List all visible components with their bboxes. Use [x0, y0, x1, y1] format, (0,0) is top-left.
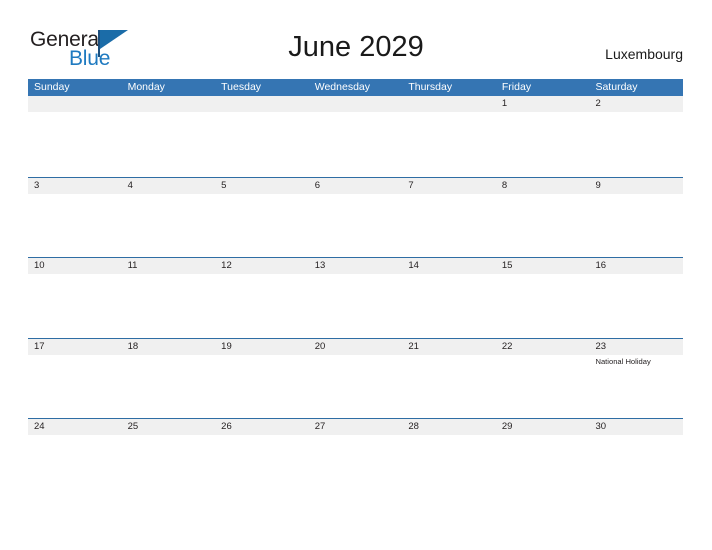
day-cell[interactable]: 11	[122, 258, 216, 338]
day-number: 24	[34, 421, 45, 432]
week-row: 3 4 5 6 7 8 9	[28, 176, 683, 258]
country-label: Luxembourg	[605, 46, 683, 62]
day-number: 4	[127, 179, 133, 191]
day-number: 6	[314, 179, 321, 191]
dow-saturday: Saturday	[595, 81, 638, 93]
day-number: 25	[127, 421, 139, 432]
day-cell[interactable]	[402, 96, 496, 177]
day-number: 22	[501, 340, 513, 352]
day-cell[interactable]: 16	[589, 258, 683, 338]
dow-wednesday: Wednesday	[314, 81, 370, 93]
day-number: 23	[595, 340, 607, 352]
day-cell[interactable]: 1	[496, 96, 590, 177]
day-number: 5	[221, 179, 227, 191]
day-cell[interactable]: 29	[496, 419, 590, 499]
day-cell[interactable]: 9	[589, 178, 683, 258]
day-number: 18	[127, 340, 139, 352]
day-cell-holiday[interactable]: 23 National Holiday	[589, 339, 683, 419]
day-number: 15	[501, 260, 513, 271]
day-number: 21	[408, 340, 419, 352]
week-row: 24 25 26 27 28 29 30	[28, 418, 683, 499]
day-cell[interactable]: 7	[402, 178, 496, 258]
dow-friday: Friday	[501, 81, 532, 93]
day-number: 10	[34, 260, 45, 271]
day-cell[interactable]: 10	[28, 258, 122, 338]
day-number: 30	[595, 421, 607, 432]
day-cell[interactable]: 24	[28, 419, 122, 499]
day-cell[interactable]: 5	[215, 178, 309, 258]
week-row: 1 2	[28, 96, 683, 177]
day-cell[interactable]: 17	[28, 339, 122, 419]
day-cell[interactable]: 12	[215, 258, 309, 338]
day-cell[interactable]: 21	[402, 339, 496, 419]
day-number: 26	[221, 421, 232, 432]
day-cell[interactable]: 13	[309, 258, 403, 338]
day-cell[interactable]: 18	[122, 339, 216, 419]
day-cell[interactable]: 20	[309, 339, 403, 419]
day-cell[interactable]: 15	[496, 258, 590, 338]
day-cell[interactable]: 22	[496, 339, 590, 419]
day-number: 20	[314, 340, 326, 352]
day-number: 16	[595, 260, 607, 271]
day-cell[interactable]: 2	[589, 96, 683, 177]
day-cell[interactable]: 14	[402, 258, 496, 338]
calendar-grid: Sunday Monday Tuesday Wednesday Thursday…	[28, 79, 683, 499]
day-cell[interactable]	[309, 96, 403, 177]
day-number: 2	[595, 98, 601, 109]
day-number: 11	[127, 260, 138, 271]
dow-monday: Monday	[127, 81, 165, 93]
day-number: 17	[34, 340, 45, 352]
day-cell[interactable]	[28, 96, 122, 177]
day-cell[interactable]: 26	[215, 419, 309, 499]
day-cell[interactable]: 19	[215, 339, 309, 419]
day-cell[interactable]: 30	[589, 419, 683, 499]
day-number: 9	[595, 179, 601, 191]
day-cell[interactable]: 8	[496, 178, 590, 258]
day-event-national-holiday: National Holiday	[595, 356, 651, 366]
day-cell[interactable]	[215, 96, 309, 177]
day-number: 12	[221, 260, 232, 271]
day-of-week-header-row: Sunday Monday Tuesday Wednesday Thursday…	[28, 79, 683, 96]
day-number: 27	[314, 421, 326, 432]
day-cell[interactable]: 6	[309, 178, 403, 258]
day-cell[interactable]: 25	[122, 419, 216, 499]
day-number: 14	[408, 260, 419, 271]
day-number: 1	[501, 98, 508, 109]
day-cell[interactable]: 28	[402, 419, 496, 499]
day-number: 3	[34, 179, 40, 191]
day-number: 13	[314, 260, 326, 271]
day-cell[interactable]: 4	[122, 178, 216, 258]
day-number: 7	[408, 179, 414, 191]
dow-tuesday: Tuesday	[221, 81, 262, 93]
dow-thursday: Thursday	[408, 81, 453, 93]
day-cell[interactable]: 27	[309, 419, 403, 499]
day-number: 8	[501, 179, 508, 191]
week-row: 10 11 12 13 14 15 16	[28, 257, 683, 338]
day-number: 28	[408, 421, 419, 432]
day-cell[interactable]: 3	[28, 178, 122, 258]
day-cell[interactable]	[122, 96, 216, 177]
dow-sunday: Sunday	[34, 81, 70, 93]
week-row: 17 18 19 20 21 22 23 National Holiday	[28, 337, 683, 419]
day-number: 29	[501, 421, 513, 432]
day-number: 19	[221, 340, 232, 352]
page-header: General Blue June 2029 Luxembourg	[0, 0, 712, 78]
